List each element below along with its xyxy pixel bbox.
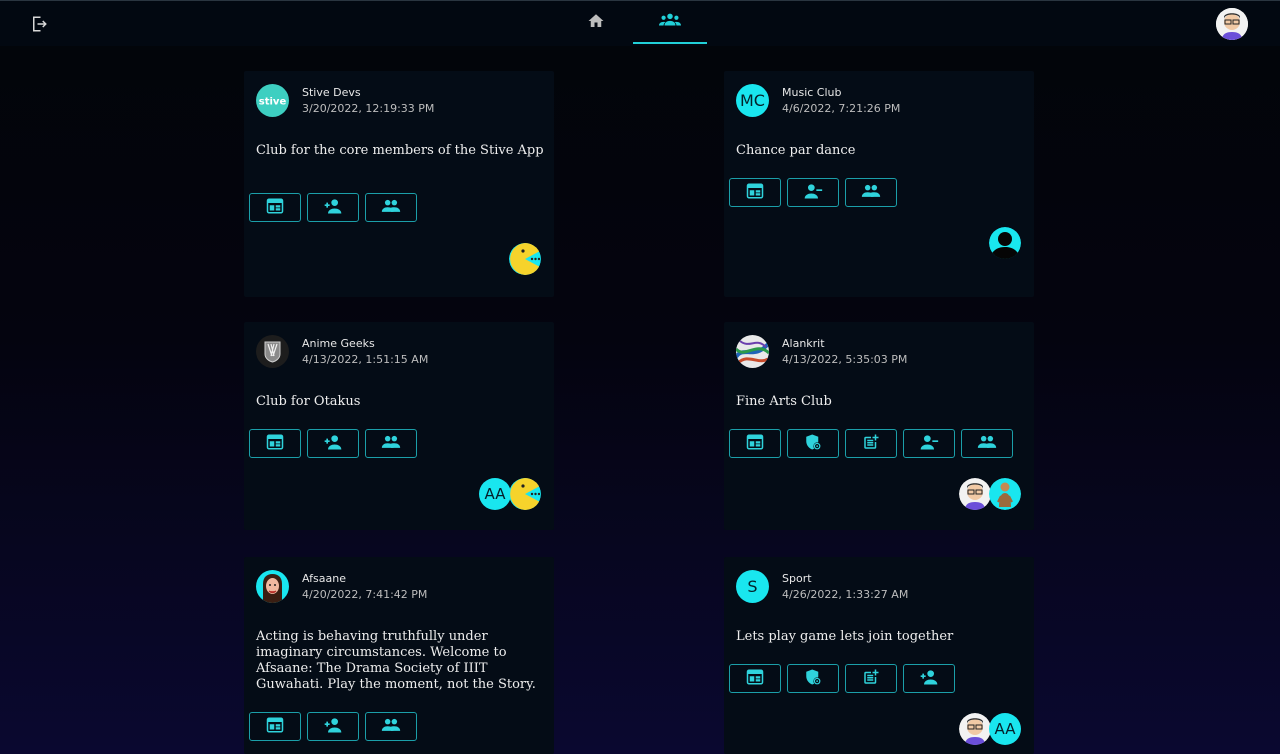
admin-shield-icon: [804, 433, 822, 455]
club-actions: [729, 178, 897, 207]
member-avatar[interactable]: [959, 713, 991, 745]
groups-button[interactable]: [365, 712, 417, 741]
club-description: Acting is behaving truthfully under imag…: [256, 629, 536, 692]
top-nav-bar: [0, 0, 1280, 46]
club-description: Chance par dance: [736, 143, 856, 158]
groups-button[interactable]: [961, 429, 1013, 458]
member-avatars: AA: [479, 478, 541, 510]
groups-icon: [659, 12, 681, 32]
club-card[interactable]: Anime Geeks 4/13/2022, 1:51:15 AM Club for…: [244, 322, 554, 530]
club-created-date: 4/13/2022, 1:51:15 AM: [302, 353, 429, 366]
club-avatar: [256, 335, 289, 368]
member-avatar[interactable]: [989, 478, 1021, 510]
club-actions: [249, 712, 417, 741]
groups-button[interactable]: [365, 429, 417, 458]
person-remove-icon: [803, 183, 823, 203]
tab-clubs[interactable]: [633, 1, 707, 44]
dashboard-icon: [266, 198, 284, 218]
club-avatar: MC: [736, 84, 769, 117]
member-avatar[interactable]: AA: [989, 713, 1021, 745]
home-icon: [587, 12, 605, 34]
post-add-icon: [862, 668, 880, 690]
post-add-button[interactable]: [845, 429, 897, 458]
dashboard-icon: [266, 434, 284, 454]
groups-button[interactable]: [845, 178, 897, 207]
club-created-date: 4/6/2022, 7:21:26 PM: [782, 102, 901, 115]
member-avatar[interactable]: [989, 227, 1021, 259]
dashboard-button[interactable]: [249, 712, 301, 741]
dashboard-button[interactable]: [249, 429, 301, 458]
club-card[interactable]: MC Music Club 4/6/2022, 7:21:26 PM Chance p…: [724, 71, 1034, 297]
club-description: Club for the core members of the Stive A…: [256, 143, 544, 158]
dashboard-button[interactable]: [249, 193, 301, 222]
club-name: Anime Geeks: [302, 337, 375, 350]
club-created-date: 4/13/2022, 5:35:03 PM: [782, 353, 908, 366]
person-remove-button[interactable]: [787, 178, 839, 207]
member-avatars: [989, 227, 1021, 259]
dashboard-button[interactable]: [729, 429, 781, 458]
dashboard-icon: [746, 183, 764, 203]
groups-button[interactable]: [365, 193, 417, 222]
dashboard-icon: [266, 717, 284, 737]
club-name: Alankrit: [782, 337, 825, 350]
admin-shield-icon: [804, 668, 822, 690]
member-avatar[interactable]: AA: [479, 478, 511, 510]
club-actions: [249, 193, 417, 222]
member-avatars: AA: [959, 713, 1021, 745]
club-card[interactable]: Afsaane 4/20/2022, 7:41:42 PM Acting is be…: [244, 557, 554, 754]
person-add-button[interactable]: [307, 712, 359, 741]
club-description: Lets play game lets join together: [736, 629, 954, 644]
club-actions: [729, 664, 955, 693]
logout-icon[interactable]: [28, 13, 50, 35]
admin-shield-button[interactable]: [787, 664, 839, 693]
groups-icon: [861, 183, 881, 202]
club-actions: [249, 429, 417, 458]
groups-icon: [381, 717, 401, 736]
club-actions: [729, 429, 1013, 458]
member-avatar[interactable]: [959, 478, 991, 510]
person-add-icon: [919, 669, 939, 689]
svg-text:stive: stive: [259, 97, 287, 108]
person-remove-button[interactable]: [903, 429, 955, 458]
member-avatar[interactable]: [509, 478, 541, 510]
person-add-button[interactable]: [307, 429, 359, 458]
person-add-icon: [323, 198, 343, 218]
club-name: Music Club: [782, 86, 842, 99]
person-add-icon: [323, 434, 343, 454]
club-name: Sport: [782, 572, 812, 585]
dashboard-button[interactable]: [729, 178, 781, 207]
dashboard-icon: [746, 434, 764, 454]
tab-home[interactable]: [559, 1, 633, 44]
club-name: Afsaane: [302, 572, 346, 585]
post-add-button[interactable]: [845, 664, 897, 693]
club-avatar: stive: [256, 84, 289, 117]
groups-icon: [381, 198, 401, 217]
club-card[interactable]: S Sport 4/26/2022, 1:33:27 AM Lets play gam…: [724, 557, 1034, 754]
club-avatar: [256, 570, 289, 603]
club-created-date: 4/20/2022, 7:41:42 PM: [302, 588, 428, 601]
club-avatar: S: [736, 570, 769, 603]
dashboard-icon: [746, 669, 764, 689]
groups-icon: [381, 434, 401, 453]
post-add-icon: [862, 433, 880, 455]
club-card[interactable]: stive Stive Devs 3/20/2022, 12:19:33 PM Clu…: [244, 71, 554, 297]
profile-avatar[interactable]: [1216, 8, 1248, 40]
club-card[interactable]: Alankrit 4/13/2022, 5:35:03 PM Fine Arts C…: [724, 322, 1034, 530]
person-add-button[interactable]: [903, 664, 955, 693]
club-created-date: 3/20/2022, 12:19:33 PM: [302, 102, 435, 115]
member-avatars: [509, 243, 541, 275]
club-created-date: 4/26/2022, 1:33:27 AM: [782, 588, 909, 601]
person-remove-icon: [919, 434, 939, 454]
club-name: Stive Devs: [302, 86, 361, 99]
member-avatar[interactable]: [509, 243, 541, 275]
club-avatar: [736, 335, 769, 368]
member-avatars: [959, 478, 1021, 510]
club-description: Club for Otakus: [256, 394, 361, 409]
person-add-icon: [323, 717, 343, 737]
admin-shield-button[interactable]: [787, 429, 839, 458]
groups-icon: [977, 434, 997, 453]
club-description: Fine Arts Club: [736, 394, 832, 409]
dashboard-button[interactable]: [729, 664, 781, 693]
person-add-button[interactable]: [307, 193, 359, 222]
